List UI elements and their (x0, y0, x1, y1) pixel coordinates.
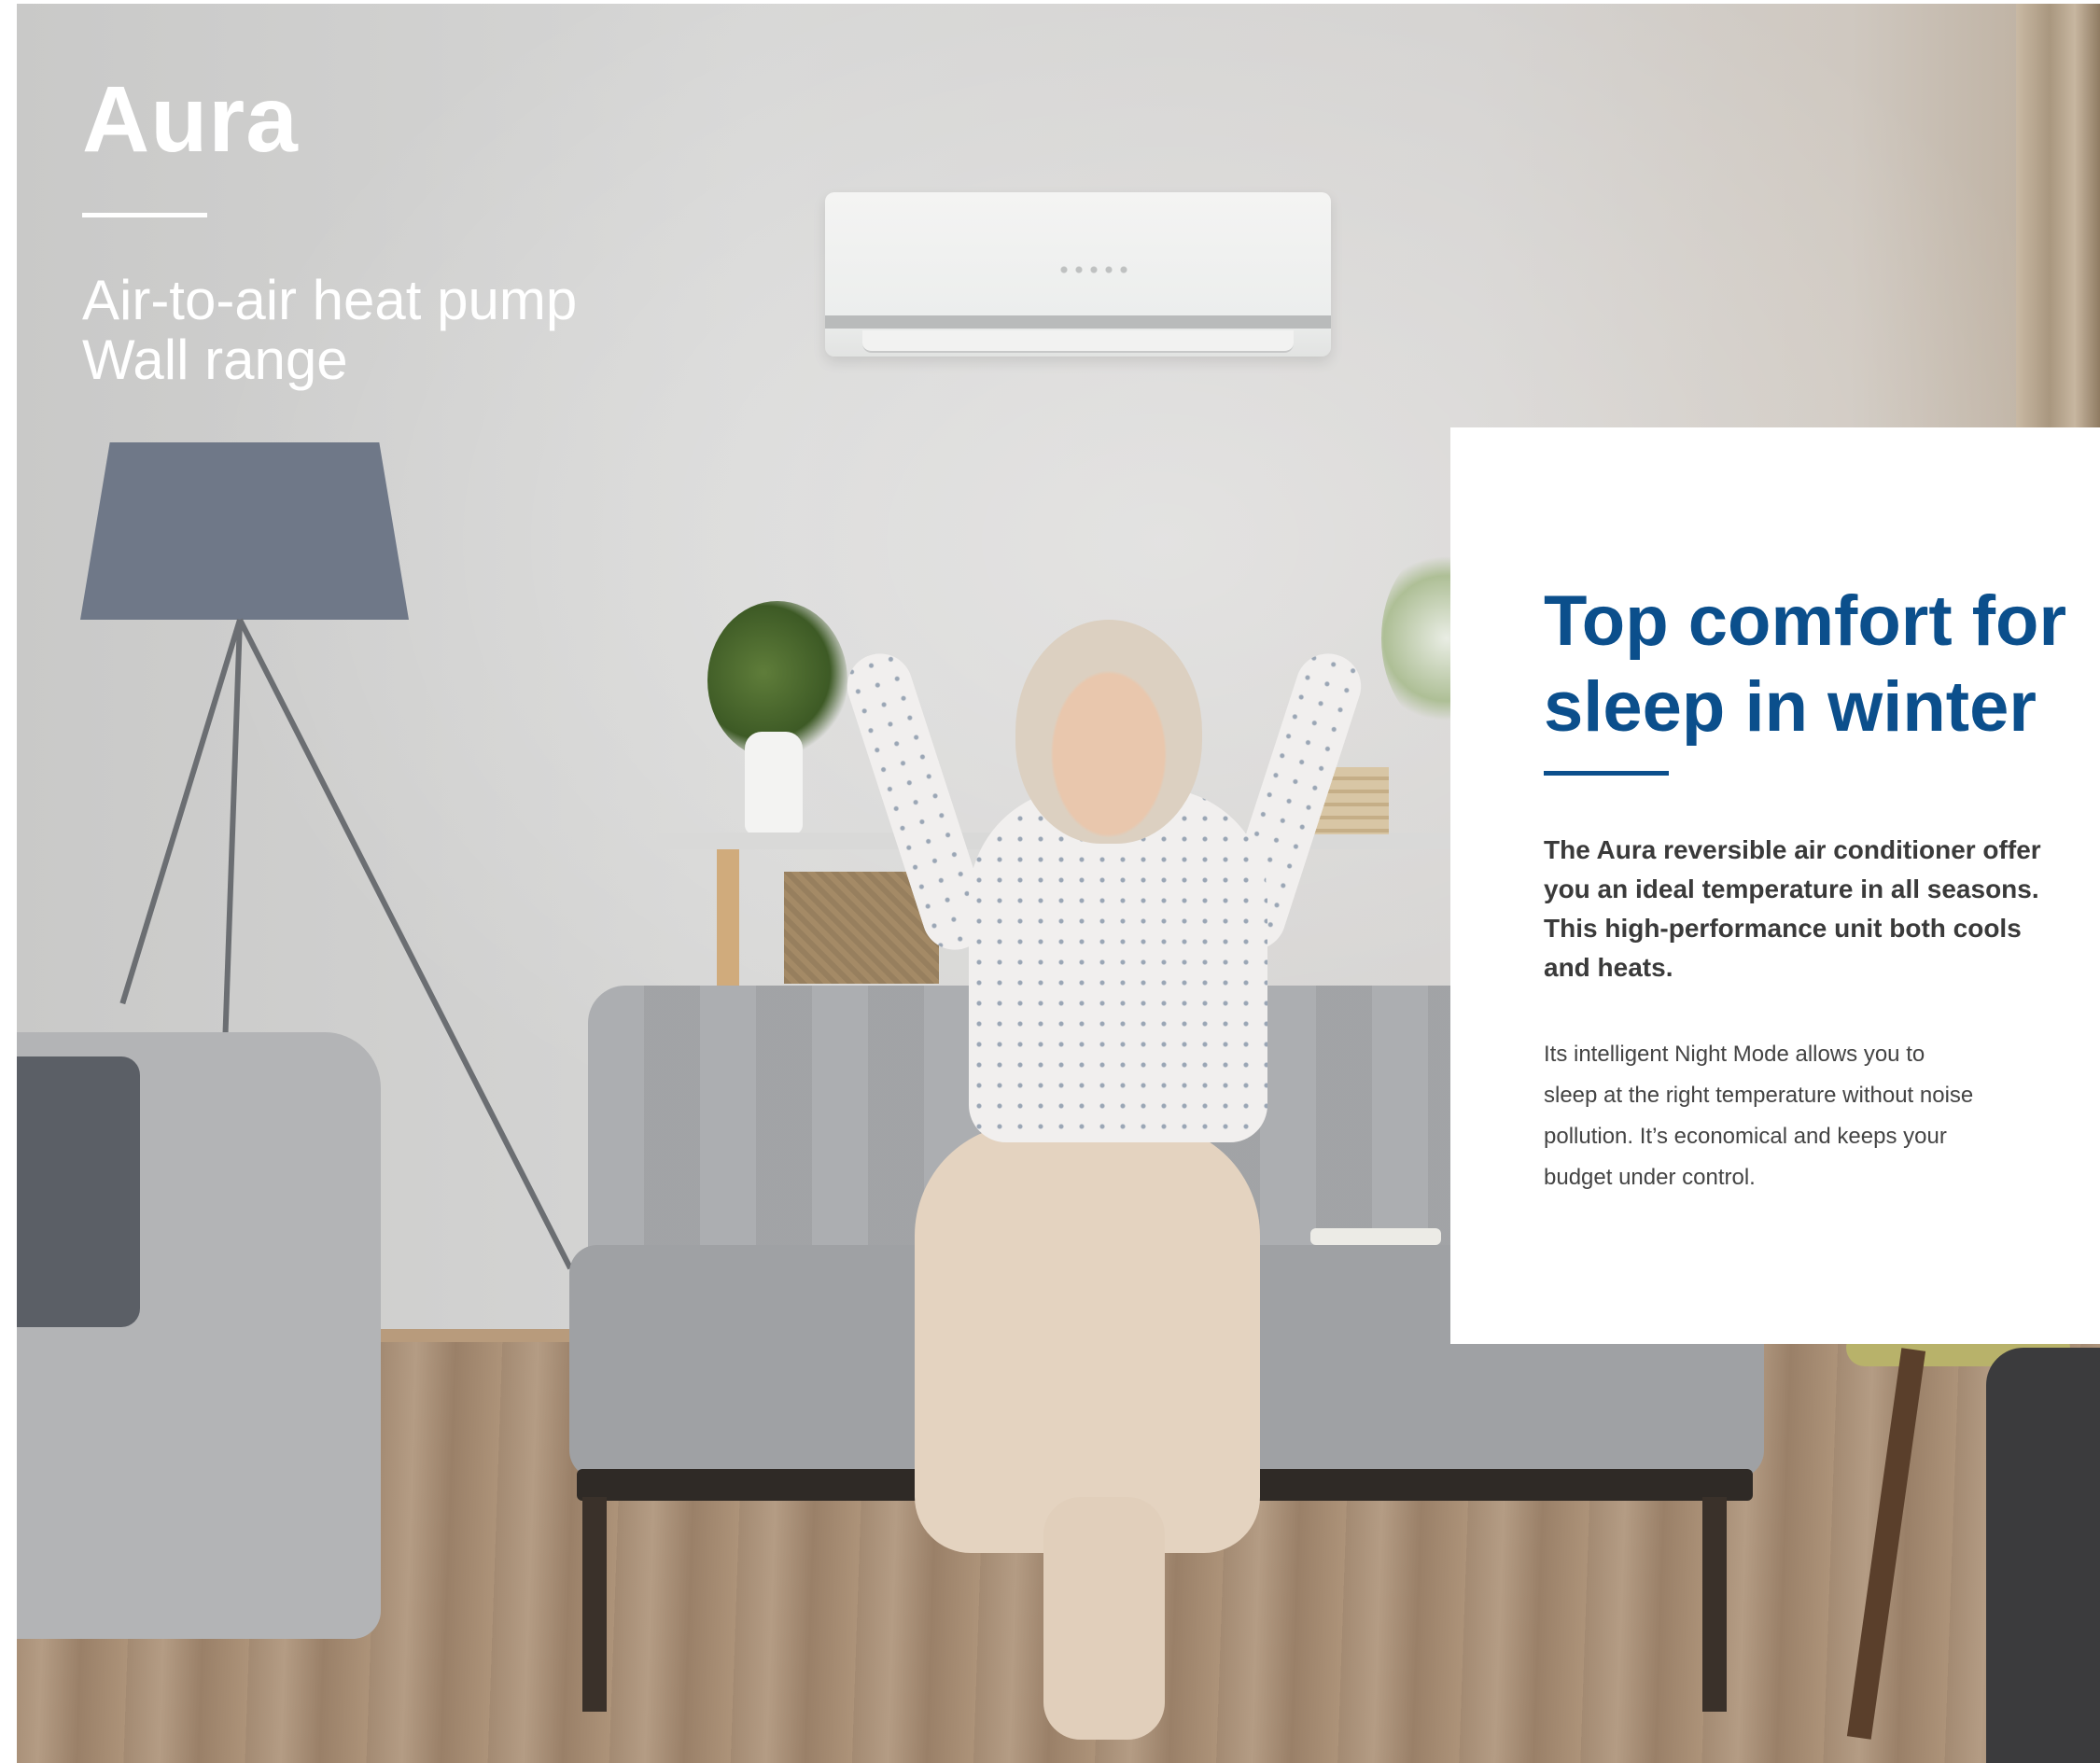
person-head (1015, 620, 1202, 844)
body-line: sleep at the right temperature without n… (1544, 1083, 1974, 1108)
lead-line: The Aura reversible air conditioner offe… (1544, 835, 2041, 864)
subtitle-line: Air-to-air heat pump (82, 269, 578, 331)
lead-paragraph: The Aura reversible air conditioner offe… (1544, 831, 2100, 987)
brochure-page: Aura Air-to-air heat pump Wall range Top… (0, 0, 2100, 1763)
body-line: pollution. It’s economical and keeps you… (1544, 1124, 1947, 1149)
white-jug (745, 732, 803, 834)
subtitle-line: Wall range (82, 329, 348, 391)
person-shin (1043, 1497, 1165, 1740)
dark-chair (1986, 1348, 2100, 1763)
panel-heading: Top comfort for sleep in winter (1544, 579, 2100, 750)
shelf-leg (717, 849, 739, 989)
heading-line: sleep in winter (1544, 667, 2037, 747)
heading-line: Top comfort for (1544, 581, 2067, 661)
product-subtitle: Air-to-air heat pump Wall range (82, 271, 577, 390)
info-panel: Top comfort for sleep in winter The Aura… (1450, 427, 2100, 1344)
lead-line: This high-performance unit both cools (1544, 914, 2022, 943)
sofa-foot (1702, 1497, 1727, 1712)
floor-lamp-shade (80, 442, 409, 620)
product-title: Aura (82, 67, 299, 172)
sofa-foot (582, 1497, 607, 1712)
body-paragraph: Its intelligent Night Mode allows you to… (1544, 1034, 2066, 1198)
wall-air-conditioner-unit (825, 192, 1331, 357)
heading-underline (1544, 771, 1669, 776)
indicator-lights (1057, 265, 1131, 274)
air-flap (862, 330, 1294, 353)
lead-line: and heats. (1544, 953, 1673, 982)
cushion (17, 1056, 140, 1327)
person-legs (915, 1124, 1260, 1553)
air-grille (825, 315, 1331, 329)
body-line: Its intelligent Night Mode allows you to (1544, 1042, 1925, 1067)
body-line: budget under control. (1544, 1165, 1756, 1190)
side-table-leg (1846, 1348, 1926, 1740)
lead-line: you an ideal temperature in all seasons. (1544, 875, 2039, 903)
remote-control (1310, 1228, 1441, 1245)
title-underline (82, 213, 207, 217)
